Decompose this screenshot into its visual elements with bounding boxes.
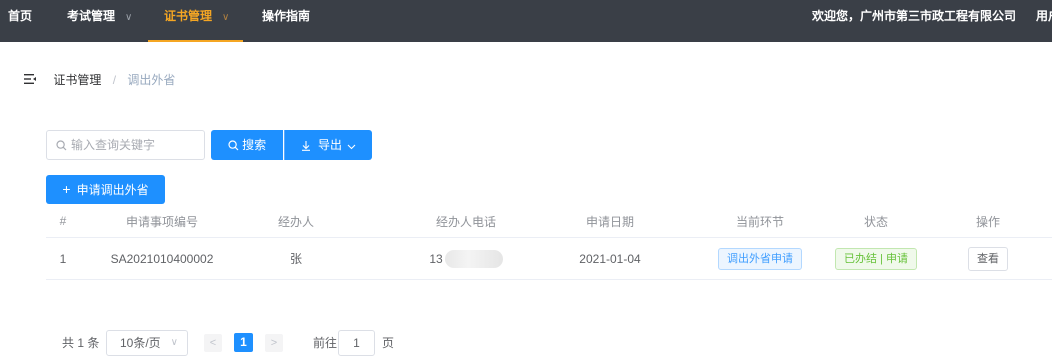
view-button[interactable]: 查看 <box>968 246 1008 271</box>
breadcrumb: 证书管理 / 调出外省 <box>24 72 175 88</box>
transfer-table: # 申请事项编号 经办人 经办人电话 申请日期 当前环节 状态 操作 1 SA2… <box>46 205 1052 280</box>
row-date: 2021-01-04 <box>579 251 641 266</box>
header-phone: 经办人电话 <box>435 214 496 229</box>
header-handler: 经办人 <box>277 214 314 229</box>
apply-transfer-label: 申请调出外省 <box>76 183 149 197</box>
row-index: 1 <box>59 251 67 266</box>
row-code: SA2021010400002 <box>110 251 214 266</box>
nav-home[interactable]: 首页 <box>8 0 32 42</box>
nav-home-label: 首页 <box>8 9 33 23</box>
pagination-total: 共 1 条 <box>62 336 100 350</box>
goto-label: 前往 <box>313 336 338 350</box>
chevron-down-icon <box>347 144 356 150</box>
search-button-label: 搜索 <box>242 138 267 152</box>
redacted-blur <box>444 249 503 268</box>
page-number-current[interactable]: 1 <box>234 333 253 352</box>
page-size-select[interactable]: 10条/页 ∨ <box>106 330 188 356</box>
prev-page-button[interactable]: < <box>204 334 222 352</box>
apply-transfer-button[interactable]: + 申请调出外省 <box>46 175 165 204</box>
search-icon <box>56 140 67 151</box>
chevron-left-icon: < <box>209 337 217 349</box>
header-status: 状态 <box>863 214 888 229</box>
breadcrumb-current: 调出外省 <box>127 73 176 87</box>
nav-guide-label: 操作指南 <box>262 9 311 23</box>
nav-exam-management[interactable]: 考试管理 ∨ <box>67 0 132 42</box>
download-icon <box>301 141 310 151</box>
header-date: 申请日期 <box>585 214 634 229</box>
page-unit-label: 页 <box>382 336 395 350</box>
search-button[interactable]: 搜索 <box>211 130 283 160</box>
header-action: 操作 <box>975 214 1000 229</box>
row-stage-cell: 调出外省申请 <box>710 238 810 279</box>
table-row: 1 SA2021010400002 张 13 2021-01-04 调出外省申请… <box>46 238 1052 280</box>
user-menu[interactable]: 用户 <box>1036 0 1052 32</box>
search-icon <box>228 140 239 151</box>
nav-cert-label: 证书管理 <box>164 9 213 23</box>
row-handler: 张 <box>289 252 302 266</box>
row-phone: 13 <box>429 251 443 266</box>
export-button[interactable]: 导出 <box>284 130 372 160</box>
header-index: # <box>59 214 67 228</box>
row-action-cell: 查看 <box>958 238 1018 279</box>
nav-guide[interactable]: 操作指南 <box>262 0 310 42</box>
status-badge: 已办结 | 申请 <box>835 247 917 270</box>
row-phone-cell: 13 <box>416 238 516 279</box>
table-header-row: # 申请事项编号 经办人 经办人电话 申请日期 当前环节 状态 操作 <box>46 205 1052 238</box>
top-navbar: 首页 考试管理 ∨ 证书管理 ∨ 操作指南 欢迎您，广州市第三市政工程有限公司 用户 <box>0 0 1052 42</box>
welcome-text: 欢迎您，广州市第三市政工程有限公司 <box>812 9 1017 23</box>
header-code: 申请事项编号 <box>125 214 198 229</box>
page-size-value: 10条/页 <box>120 336 161 350</box>
chevron-down-icon: ∨ <box>170 337 178 348</box>
next-page-button[interactable]: > <box>265 334 283 352</box>
breadcrumb-separator: / <box>112 73 117 87</box>
nav-cert-management[interactable]: 证书管理 ∨ <box>148 0 244 42</box>
search-input[interactable] <box>71 131 199 159</box>
header-stage: 当前环节 <box>735 214 784 229</box>
nav-exam-label: 考试管理 <box>67 9 116 23</box>
breadcrumb-parent[interactable]: 证书管理 <box>53 73 101 87</box>
search-box <box>46 130 205 160</box>
chevron-right-icon: > <box>270 337 278 349</box>
plus-icon: + <box>62 181 71 197</box>
stage-tag: 调出外省申请 <box>718 247 802 270</box>
chevron-down-icon: ∨ <box>125 12 133 23</box>
row-status-cell: 已办结 | 申请 <box>834 238 918 279</box>
export-button-label: 导出 <box>317 138 342 152</box>
chevron-down-icon: ∨ <box>222 12 230 23</box>
sidebar-toggle-icon[interactable] <box>24 73 36 85</box>
goto-page-input[interactable]: 1 <box>338 330 375 356</box>
